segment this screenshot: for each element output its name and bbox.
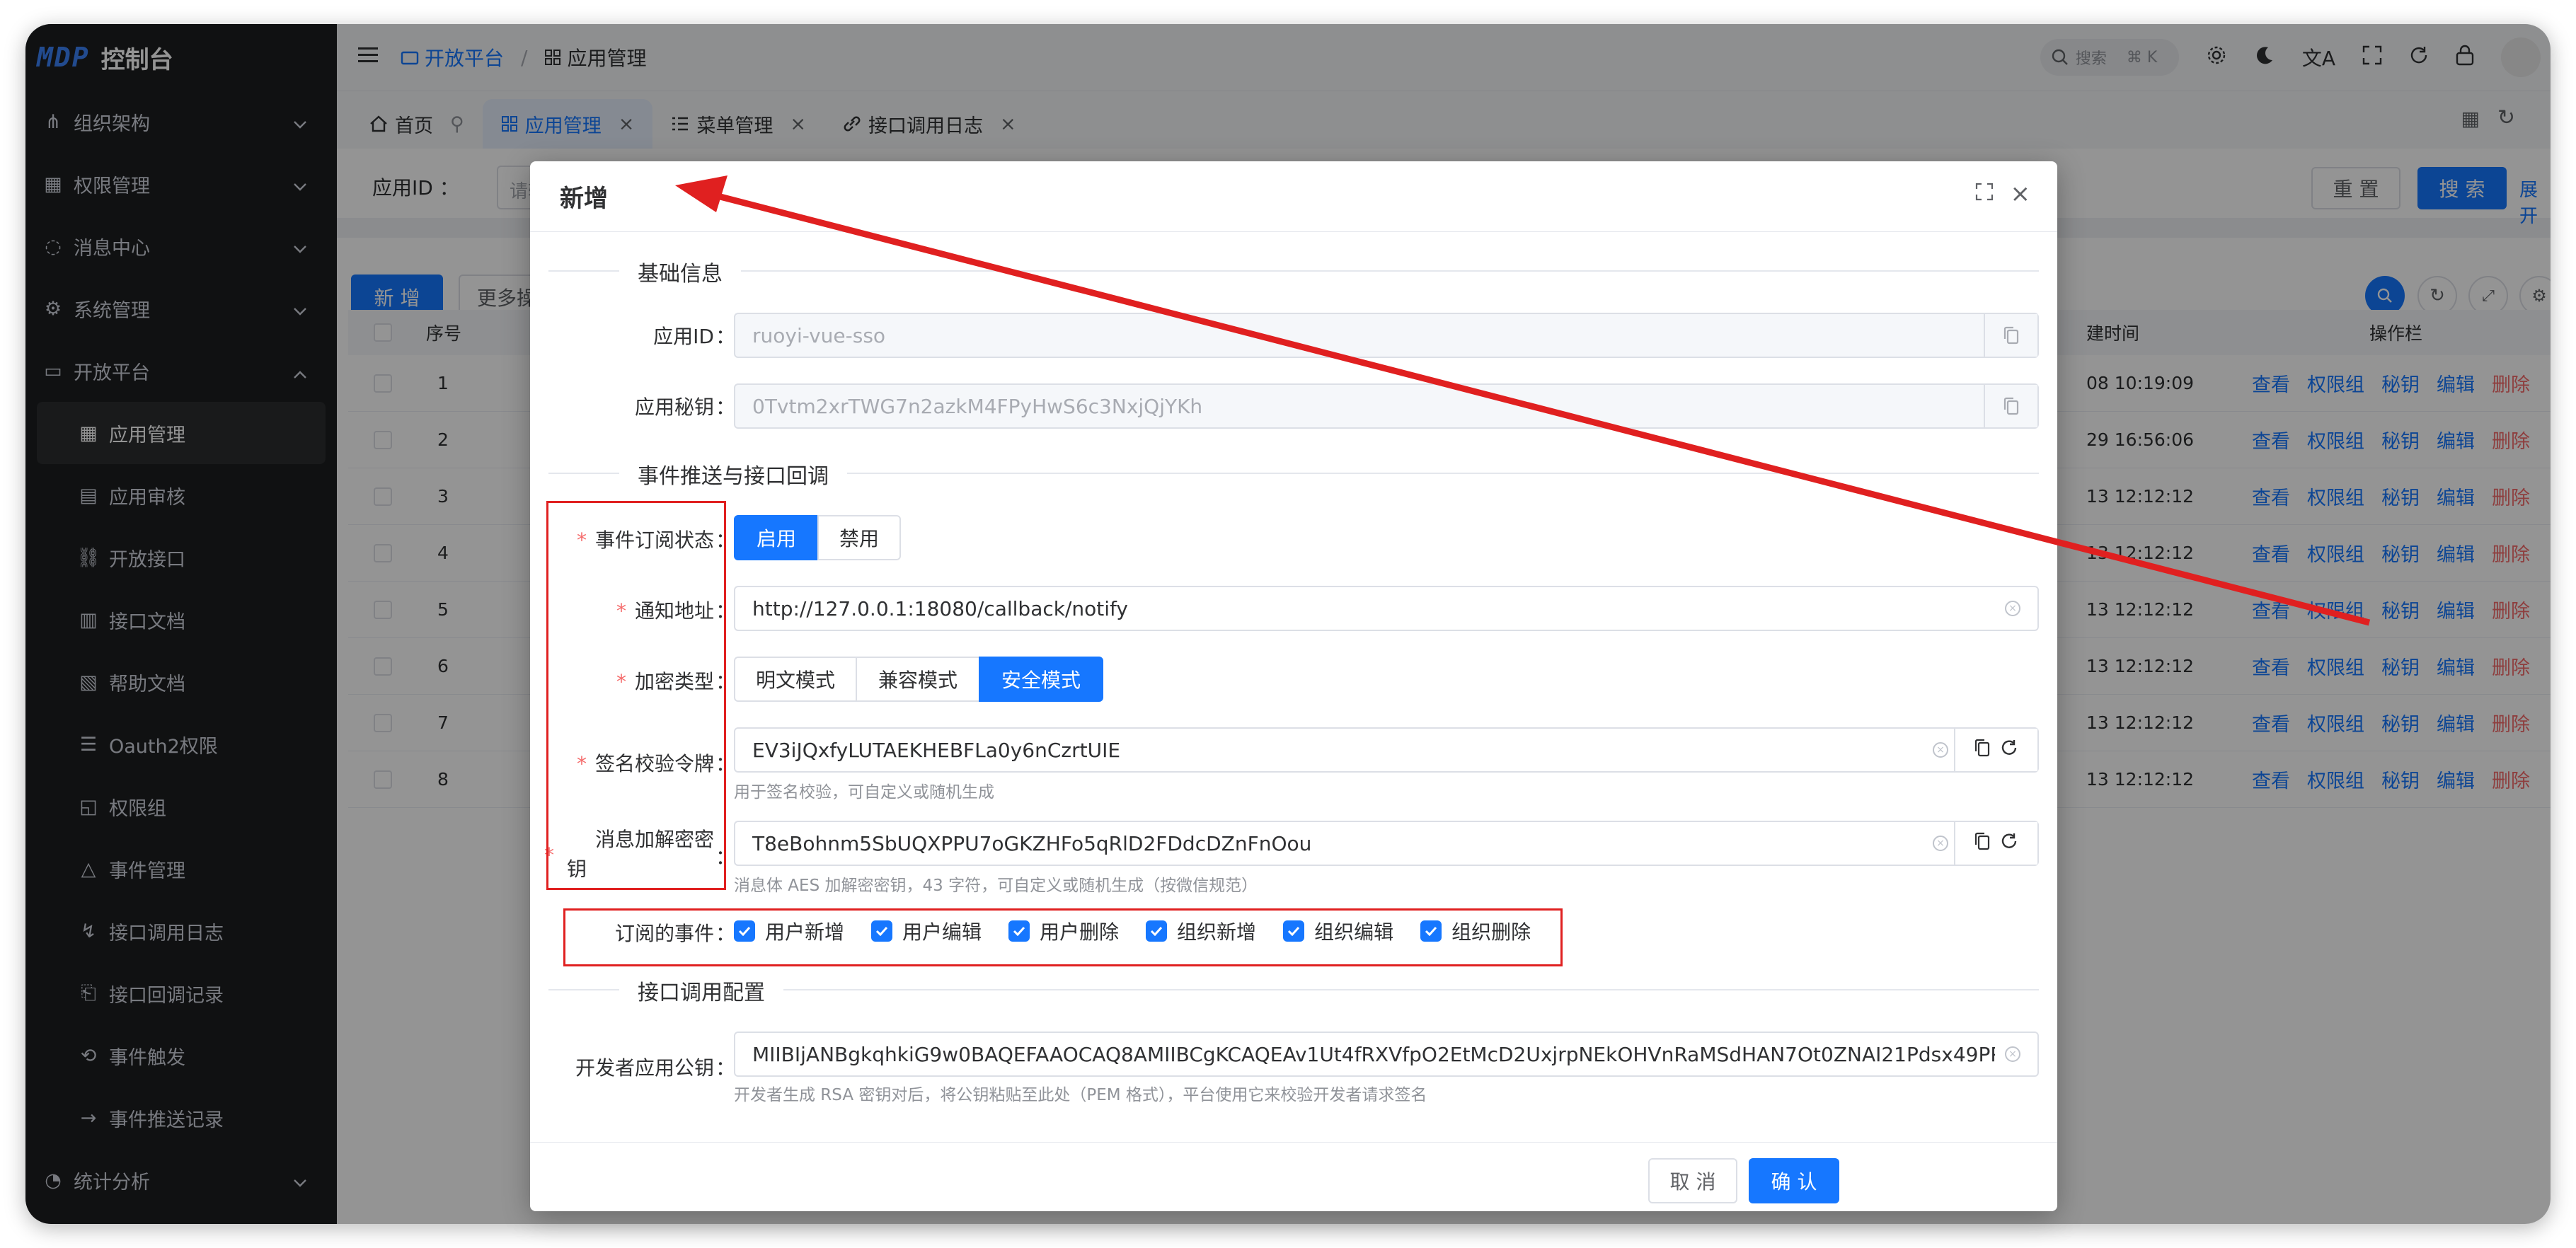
annotation-arrow: [675, 175, 2371, 626]
